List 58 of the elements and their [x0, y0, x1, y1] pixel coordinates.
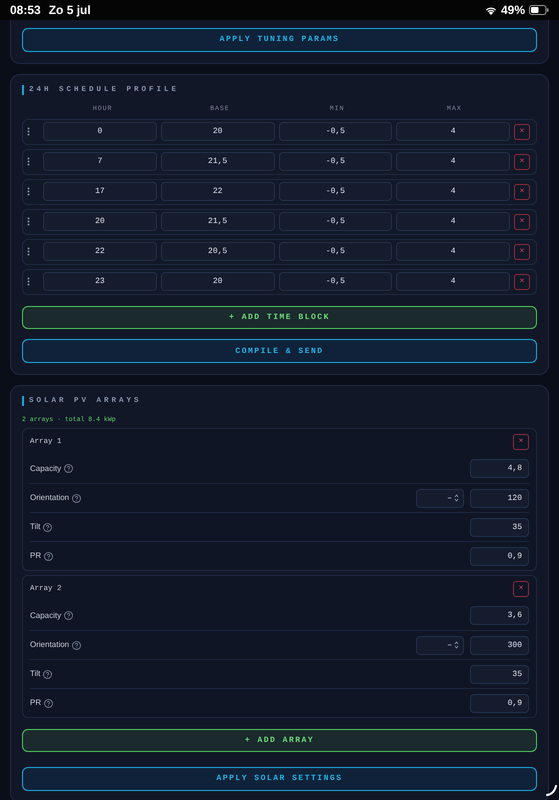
input-field[interactable]: -0,5 [278, 242, 392, 261]
input-field[interactable]: 22 [43, 242, 157, 261]
number-field[interactable]: 120 [470, 488, 529, 508]
input-field[interactable]: 7 [43, 152, 157, 171]
number-field[interactable]: 35 [470, 518, 529, 536]
input-field[interactable]: 22 [160, 182, 274, 201]
field-label: Orientation [30, 639, 70, 651]
field-label: Tilt [30, 521, 40, 533]
compile-send-button[interactable]: COMPILE & SEND [22, 339, 537, 363]
input-field[interactable]: 4 [396, 152, 510, 171]
field-label: PR [30, 550, 42, 562]
field-label: Orientation [30, 492, 70, 504]
remove-button[interactable]: × [514, 184, 530, 200]
input-field[interactable]: 23 [43, 272, 157, 291]
input-field[interactable]: -0,5 [278, 182, 392, 201]
input-field[interactable]: 21,5 [160, 152, 274, 171]
input-field[interactable]: 21,5 [160, 212, 274, 231]
field-label: Capacity [30, 462, 62, 474]
field-label: Capacity [30, 610, 62, 622]
battery-percent: 49% [500, 2, 525, 19]
status-date: Zo 5 jul [48, 2, 91, 19]
input-field[interactable]: 0 [43, 122, 157, 141]
field-label: Tilt [30, 668, 40, 680]
remove-button[interactable]: × [514, 124, 530, 140]
number-field[interactable]: 4,8 [470, 459, 529, 478]
input-field[interactable]: 20,5 [160, 242, 274, 261]
apply-solar-button[interactable]: APPLY SOLAR SETTINGS [22, 766, 537, 790]
remove-button[interactable]: × [514, 154, 530, 170]
input-field[interactable]: 4 [396, 242, 510, 261]
add-time-block-button[interactable]: + ADD TIME BLOCK [22, 306, 537, 328]
select-field[interactable]: – [416, 488, 464, 508]
input-field[interactable]: 20 [160, 122, 274, 141]
number-field[interactable]: 35 [470, 664, 529, 684]
field-label: PR [30, 697, 42, 709]
input-field[interactable]: 20 [43, 212, 157, 231]
add-array-button[interactable]: + ADD ARRAY [22, 729, 537, 752]
input-field[interactable]: 4 [396, 212, 510, 231]
number-field[interactable]: 3,6 [470, 606, 529, 625]
input-field[interactable]: 4 [396, 182, 510, 201]
input-field[interactable]: -0,5 [278, 152, 392, 171]
status-time: 08:53 [10, 2, 41, 19]
input-field[interactable]: 4 [396, 122, 510, 141]
number-field[interactable]: 0,9 [470, 694, 529, 712]
input-field[interactable]: -0,5 [278, 122, 392, 141]
number-field[interactable]: 300 [470, 636, 529, 654]
input-field[interactable]: -0,5 [278, 272, 392, 291]
input-field[interactable]: 17 [43, 182, 157, 201]
remove-button[interactable]: × [514, 274, 530, 290]
number-field[interactable]: 0,9 [470, 546, 529, 566]
input-field[interactable]: 20 [160, 272, 274, 291]
remove-button[interactable]: × [513, 580, 529, 596]
remove-button[interactable]: × [514, 244, 530, 260]
remove-button[interactable]: × [514, 214, 530, 230]
apply-tuning-button[interactable]: APPLY TUNING PARAMS [22, 28, 537, 52]
remove-button[interactable]: × [513, 434, 529, 450]
select-field[interactable]: – [416, 636, 464, 654]
input-field[interactable]: 4 [396, 272, 510, 291]
input-field[interactable]: -0,5 [278, 212, 392, 231]
